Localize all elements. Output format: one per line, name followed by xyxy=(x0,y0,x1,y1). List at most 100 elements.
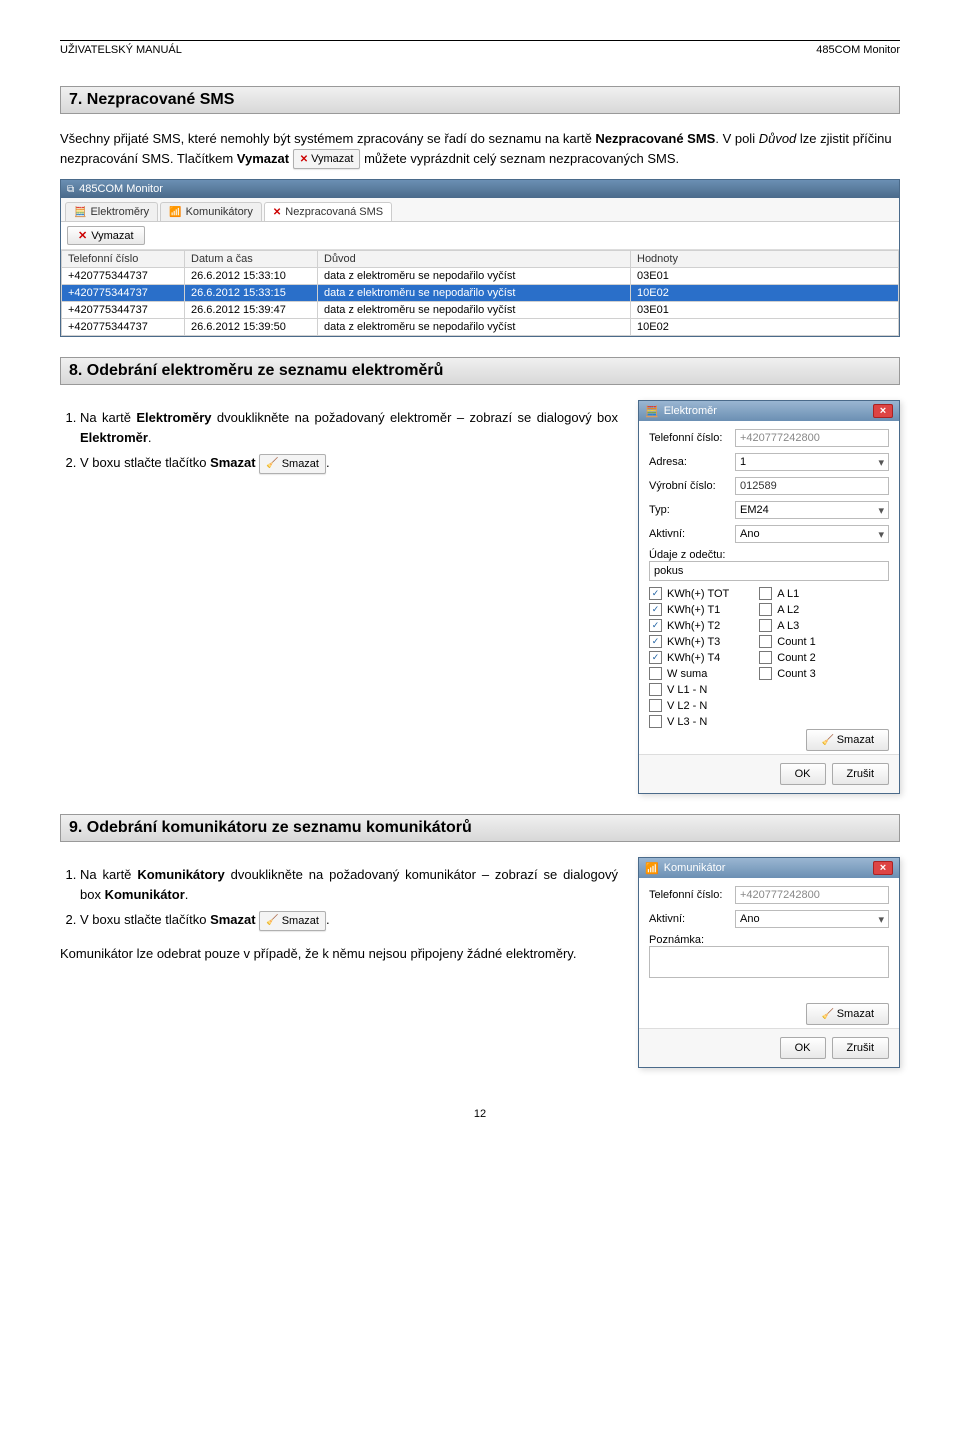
dialog-titlebar: 🧮Elektroměr × xyxy=(639,401,899,421)
typ-label: Typ: xyxy=(649,504,729,516)
toolbar: ✕Vymazat xyxy=(61,222,899,250)
checkbox-row[interactable]: ✓KWh(+) TOT xyxy=(649,587,729,600)
checkbox-row[interactable]: A L2 xyxy=(759,603,816,616)
table-header-row: Telefonní číslo Datum a čas Důvod Hodnot… xyxy=(62,251,899,268)
tab-row: 🧮Elektroměry 📶Komunikátory ✕Nezpracovaná… xyxy=(61,198,899,222)
section-9-steps: Na kartě Komunikátory dvouklikněte na po… xyxy=(60,865,618,931)
zrusit-button[interactable]: Zrušit xyxy=(832,763,890,785)
section-9-title: 9. Odebrání komunikátoru ze seznamu komu… xyxy=(60,814,900,842)
tab-nezpracovana-sms[interactable]: ✕Nezpracovaná SMS xyxy=(264,202,392,221)
cell-phone: +420775344737 xyxy=(62,268,185,285)
app-icon: ⧉ xyxy=(67,184,74,195)
header-left: UŽIVATELSKÝ MANUÁL xyxy=(60,44,182,56)
cell-reason: data z elektroměru se nepodařilo vyčíst xyxy=(318,319,631,336)
broom-icon: 🧹 xyxy=(266,456,278,471)
section-7-title: 7. Nezpracované SMS xyxy=(60,86,900,114)
x-icon: ✕ xyxy=(300,152,308,167)
checkbox-row[interactable]: W suma xyxy=(649,667,729,680)
phone-field[interactable]: +420777242800 xyxy=(735,429,889,447)
ok-button[interactable]: OK xyxy=(780,1037,826,1059)
col-date[interactable]: Datum a čas xyxy=(185,251,318,268)
checkbox-row[interactable]: ✓ KWh(+) T1 xyxy=(649,603,729,616)
checkbox-label: A L2 xyxy=(777,604,799,616)
checkbox-icon: ✓ xyxy=(649,651,662,664)
col-phone[interactable]: Telefonní číslo xyxy=(62,251,185,268)
phone-label: Telefonní číslo: xyxy=(649,889,729,901)
poznamka-textarea[interactable] xyxy=(649,946,889,978)
checkbox-label: Count 3 xyxy=(777,668,816,680)
table-row[interactable]: +42077534473726.6.2012 15:39:50data z el… xyxy=(62,319,899,336)
header-right: 485COM Monitor xyxy=(816,44,900,56)
table-row[interactable]: +42077534473726.6.2012 15:33:15data z el… xyxy=(62,285,899,302)
section-7-paragraph: Všechny přijaté SMS, které nemohly být s… xyxy=(60,129,900,169)
col-values[interactable]: Hodnoty xyxy=(631,251,899,268)
section-8-steps: Na kartě Elektroměry dvouklikněte na pož… xyxy=(60,408,618,474)
checkbox-row[interactable]: V L2 - N xyxy=(649,699,729,712)
page-header: UŽIVATELSKÝ MANUÁL 485COM Monitor xyxy=(60,44,900,56)
smazat-button-inline: 🧹Smazat xyxy=(259,454,326,475)
dialog-elektromer: 🧮Elektroměr × Telefonní číslo: +420777242… xyxy=(638,400,900,794)
udaje-label: Údaje z odečtu: xyxy=(649,549,725,561)
adresa-select[interactable]: 1 xyxy=(735,453,889,471)
app-title-text: 485COM Monitor xyxy=(79,183,163,195)
checkbox-label: KWh(+) T2 xyxy=(667,620,720,632)
checkbox-row[interactable]: ✓ KWh(+) T2 xyxy=(649,619,729,632)
smazat-button[interactable]: Smazat xyxy=(806,729,889,751)
tab-komunikatory[interactable]: 📶Komunikátory xyxy=(160,202,262,221)
udaje-textarea[interactable]: pokus xyxy=(649,561,889,581)
cell-phone: +420775344737 xyxy=(62,302,185,319)
table-row[interactable]: +42077534473726.6.2012 15:33:10data z el… xyxy=(62,268,899,285)
checkbox-row[interactable]: Count 1 xyxy=(759,635,816,648)
list-item: V boxu stlačte tlačítko Smazat 🧹Smazat. xyxy=(80,910,618,931)
vymazat-button-inline: ✕Vymazat xyxy=(293,149,361,170)
tab-elektromery[interactable]: 🧮Elektroměry xyxy=(65,202,158,221)
checkbox-label: KWh(+) T4 xyxy=(667,652,720,664)
vymazat-button[interactable]: ✕Vymazat xyxy=(67,226,145,245)
aktivni-select[interactable]: Ano xyxy=(735,910,889,928)
checkbox-label: A L3 xyxy=(777,620,799,632)
checkbox-row[interactable]: Count 3 xyxy=(759,667,816,680)
typ-select[interactable]: EM24 xyxy=(735,501,889,519)
checkbox-row[interactable]: ✓ KWh(+) T4 xyxy=(649,651,729,664)
phone-field[interactable]: +420777242800 xyxy=(735,886,889,904)
smazat-button-inline: 🧹Smazat xyxy=(259,911,326,932)
checkbox-row[interactable]: Count 2 xyxy=(759,651,816,664)
checkbox-icon xyxy=(649,699,662,712)
checkbox-icon xyxy=(759,667,772,680)
table-row[interactable]: +42077534473726.6.2012 15:39:47data z el… xyxy=(62,302,899,319)
phone-icon: 📶 xyxy=(645,862,659,875)
checkbox-row[interactable]: A L3 xyxy=(759,619,816,632)
list-item: V boxu stlačte tlačítko Smazat 🧹Smazat. xyxy=(80,453,618,474)
poznamka-label: Poznámka: xyxy=(649,934,704,946)
aktivni-select[interactable]: Ano xyxy=(735,525,889,543)
checkbox-label: A L1 xyxy=(777,588,799,600)
checkbox-row[interactable]: A L1 xyxy=(759,587,816,600)
checkbox-row[interactable]: V L3 - N xyxy=(649,715,729,728)
unprocessed-sms-table: Telefonní číslo Datum a čas Důvod Hodnot… xyxy=(61,250,899,336)
checkbox-icon xyxy=(649,667,662,680)
list-item: Na kartě Komunikátory dvouklikněte na po… xyxy=(80,865,618,904)
close-button[interactable]: × xyxy=(873,404,893,418)
adresa-label: Adresa: xyxy=(649,456,729,468)
broom-icon: 🧹 xyxy=(266,913,278,928)
checkbox-label: KWh(+) T1 xyxy=(667,604,720,616)
zrusit-button[interactable]: Zrušit xyxy=(832,1037,890,1059)
checkbox-row[interactable]: V L1 - N xyxy=(649,683,729,696)
checkbox-row[interactable]: ✓KWh(+) T3 xyxy=(649,635,729,648)
vyrobni-label: Výrobní číslo: xyxy=(649,480,729,492)
dialog-komunikator: 📶Komunikátor × Telefonní číslo:+42077724… xyxy=(638,857,900,1068)
cell-reason: data z elektroměru se nepodařilo vyčíst xyxy=(318,285,631,302)
x-icon: ✕ xyxy=(78,229,87,242)
phone-label: Telefonní číslo: xyxy=(649,432,729,444)
ok-button[interactable]: OK xyxy=(780,763,826,785)
checkbox-icon: ✓ xyxy=(649,619,662,632)
smazat-button[interactable]: Smazat xyxy=(806,1003,889,1025)
checkbox-label: V L3 - N xyxy=(667,716,707,728)
col-reason[interactable]: Důvod xyxy=(318,251,631,268)
checkbox-icon: ✓ xyxy=(649,603,662,616)
checkbox-label: Count 2 xyxy=(777,652,816,664)
checkbox-label: V L1 - N xyxy=(667,684,707,696)
close-button[interactable]: × xyxy=(873,861,893,875)
vyrobni-field[interactable]: 012589 xyxy=(735,477,889,495)
aktivni-label: Aktivní: xyxy=(649,528,729,540)
